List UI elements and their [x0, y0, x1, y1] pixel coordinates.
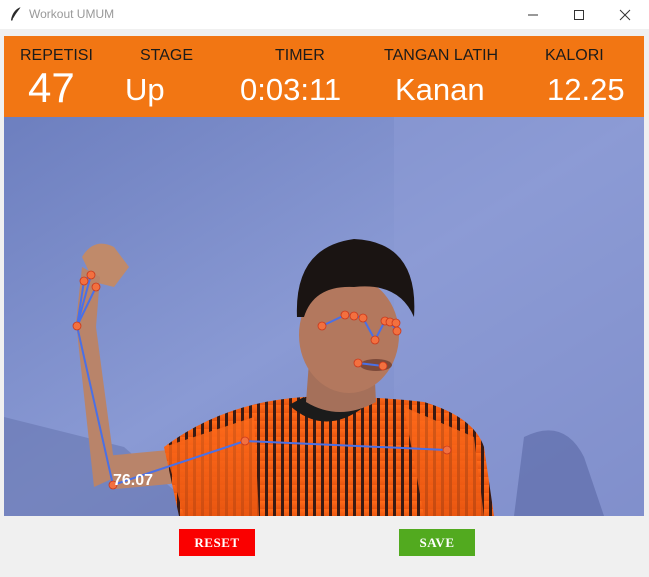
stage-label: STAGE [140, 47, 194, 64]
kalori-value: 12.25 [547, 72, 625, 107]
kalori-label: KALORI [545, 47, 604, 64]
maximize-button[interactable] [556, 0, 602, 29]
timer-label: TIMER [275, 47, 325, 64]
minimize-button[interactable] [510, 0, 556, 29]
close-icon [619, 9, 631, 21]
elbow-angle-text: 76.07 [113, 472, 153, 489]
repetisi-label: REPETISI [20, 47, 93, 64]
repetisi-value: 47 [28, 64, 75, 111]
feather-icon [9, 6, 23, 22]
reset-button[interactable]: RESET [179, 529, 255, 556]
camera-feed: 76.07 [4, 117, 644, 516]
close-button[interactable] [602, 0, 648, 29]
maximize-icon [574, 10, 584, 20]
stage-value: Up [125, 72, 165, 107]
tangan-label: TANGAN LATIH [384, 47, 499, 64]
title-bar: Workout UMUM [0, 0, 649, 29]
minimize-icon [528, 14, 538, 16]
window-title: Workout UMUM [29, 7, 115, 21]
save-button[interactable]: SAVE [399, 529, 475, 556]
tangan-value: Kanan [395, 72, 485, 107]
stats-header: REPETISI 47 STAGE Up TIMER 0:03:11 TANGA… [4, 36, 644, 117]
timer-value: 0:03:11 [240, 72, 342, 107]
